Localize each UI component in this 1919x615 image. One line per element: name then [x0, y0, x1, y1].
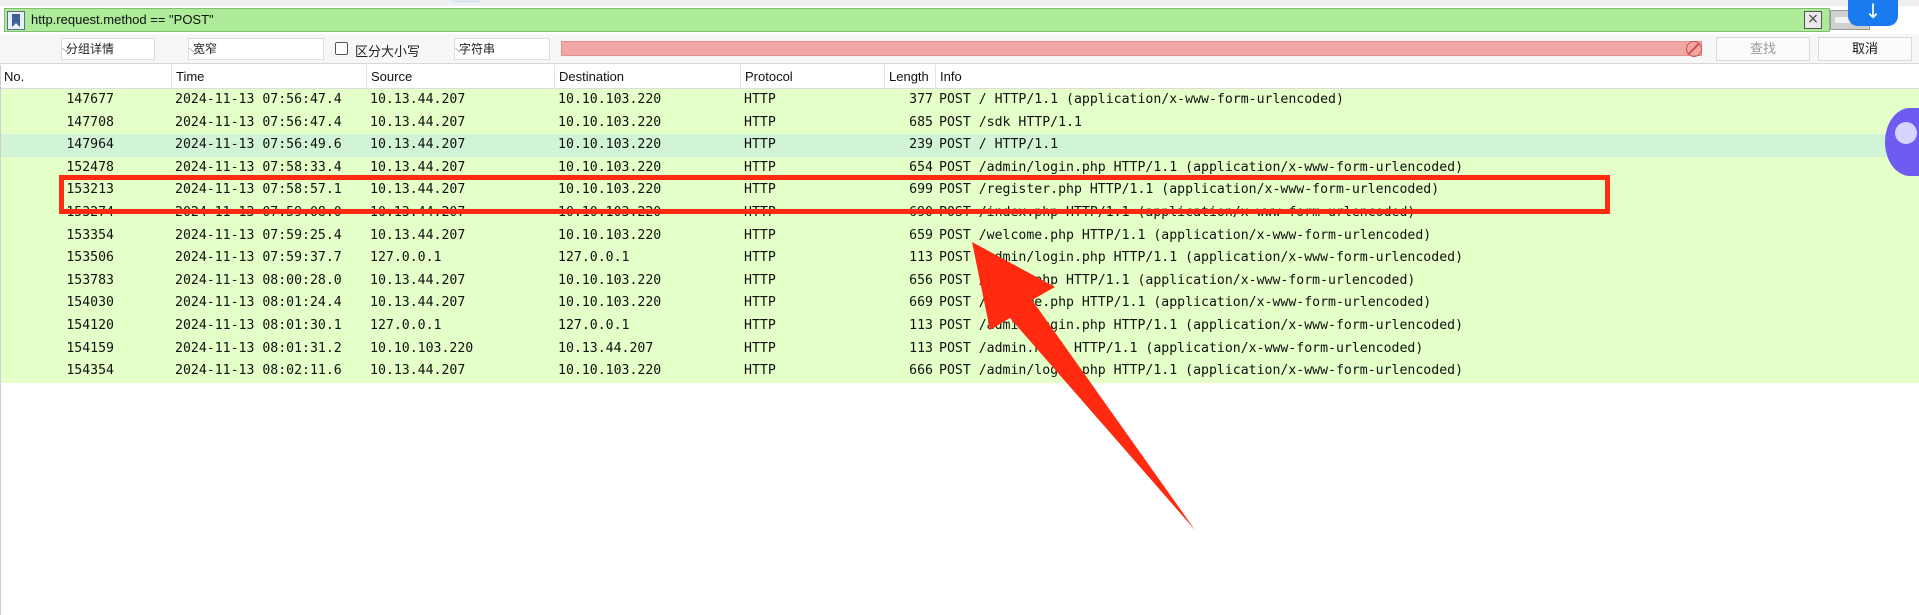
annotation-arrow-shape [972, 242, 1195, 530]
annotation-arrow [972, 242, 1195, 530]
